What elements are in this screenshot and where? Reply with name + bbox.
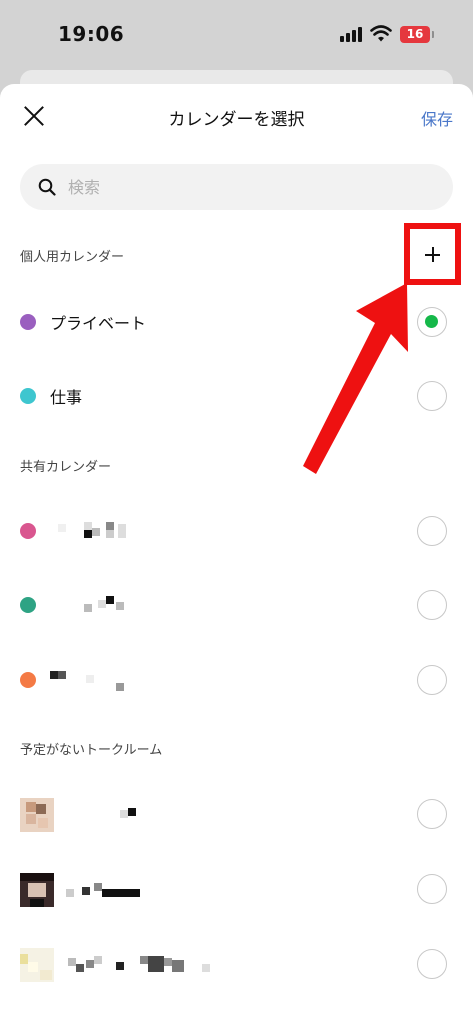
cellular-signal-icon (340, 26, 362, 42)
status-time: 19:06 (58, 22, 125, 46)
section-personal-heading: 個人用カレンダー (20, 250, 125, 265)
section-shared-heading: 共有カレンダー (20, 460, 112, 475)
talkroom-radio[interactable] (417, 949, 447, 979)
calendar-radio[interactable] (417, 381, 447, 411)
search-input[interactable] (68, 164, 428, 210)
shared-calendar-row[interactable] (0, 499, 473, 563)
calendar-color-dot (20, 597, 36, 613)
avatar (20, 873, 54, 907)
add-calendar-button[interactable] (418, 240, 448, 270)
section-rooms-heading: 予定がないトークルーム (20, 743, 163, 758)
save-button[interactable]: 保存 (421, 106, 453, 130)
talkroom-radio[interactable] (417, 874, 447, 904)
search-icon (38, 178, 56, 196)
talkroom-row[interactable] (0, 857, 473, 921)
page-title: カレンダーを選択 (168, 110, 305, 130)
calendar-radio[interactable] (417, 590, 447, 620)
shared-calendar-row[interactable] (0, 573, 473, 637)
status-bar: 19:06 16 (0, 0, 473, 70)
talkroom-row[interactable] (0, 782, 473, 846)
calendar-radio[interactable] (417, 516, 447, 546)
calendar-label: 仕事 (50, 388, 83, 407)
calendar-radio-selected[interactable] (417, 307, 447, 337)
calendar-label: プライベート (50, 314, 147, 333)
avatar (20, 798, 54, 832)
talkroom-radio[interactable] (417, 799, 447, 829)
battery-icon: 16 (400, 26, 434, 43)
add-calendar-highlight (404, 223, 461, 285)
calendar-color-dot (20, 523, 36, 539)
search-bar[interactable] (20, 164, 453, 210)
calendar-row-private[interactable]: プライベート (0, 290, 473, 354)
talkroom-row[interactable] (0, 932, 473, 996)
calendar-color-dot (20, 672, 36, 688)
sheet-header: カレンダーを選択 保存 (0, 84, 473, 148)
calendar-select-sheet: カレンダーを選択 保存 個人用カレンダー プライベート 仕事 共有カレンダー (0, 84, 473, 1024)
calendar-radio[interactable] (417, 665, 447, 695)
avatar (20, 948, 54, 982)
shared-calendar-row[interactable] (0, 648, 473, 712)
calendar-color-dot (20, 314, 36, 330)
calendar-color-dot (20, 388, 36, 404)
wifi-icon (370, 25, 392, 42)
calendar-row-work[interactable]: 仕事 (0, 364, 473, 428)
